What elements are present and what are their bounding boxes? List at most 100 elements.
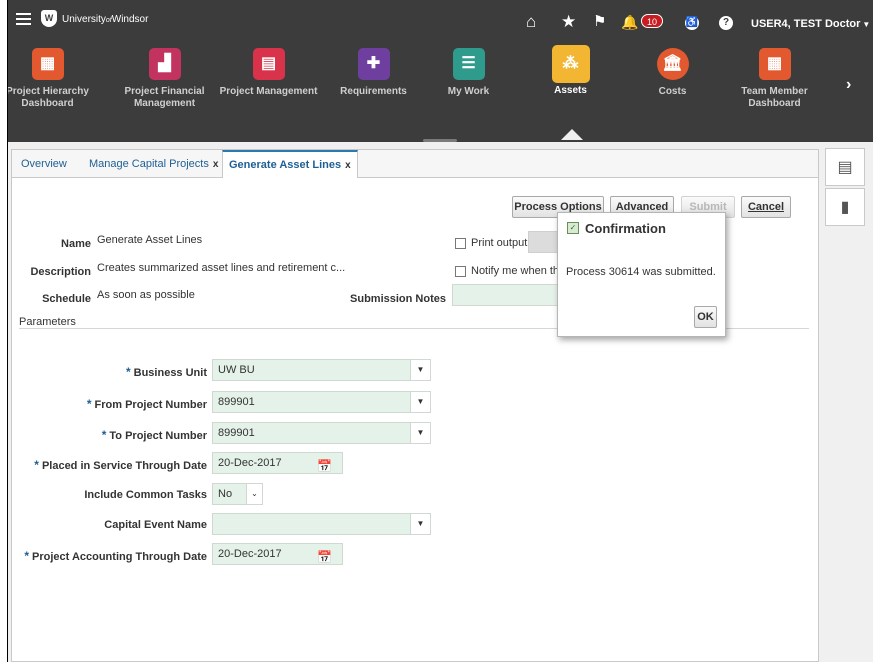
tile-team-member-dashboard[interactable]: ▦ Team Member Dashboard (722, 48, 827, 110)
financial-chart-icon: ▟ (148, 48, 181, 80)
tile-project-hierarchy-dashboard[interactable]: ▦ Project Hierarchy Dashboard (7, 48, 100, 110)
print-output-label: Print output (471, 237, 528, 249)
favorites-star-icon[interactable]: ★ (561, 12, 576, 32)
accessibility-icon[interactable]: ♿ (685, 16, 699, 30)
tab-bar: Overview Manage Capital Projects x Genera… (12, 150, 818, 178)
checklist-icon: ☰ (452, 48, 485, 80)
tile-label: Project Financial Management (124, 86, 205, 109)
tile-requirements[interactable]: ✚ Requirements (321, 48, 426, 98)
dashboard-icon: ▦ (31, 48, 64, 80)
close-icon[interactable]: x (213, 159, 219, 170)
side-panel-buttons: ▤ ▮ (825, 148, 867, 228)
include-common-tasks-label: Include Common Tasks (84, 489, 207, 501)
required-mark: * (86, 397, 92, 411)
cancel-button[interactable]: Cancel (741, 196, 791, 218)
tab-manage-capital-projects[interactable]: Manage Capital Projects x (89, 158, 218, 170)
university-logo-text: UniversityofWindsor (62, 14, 148, 25)
business-unit-value: UW BU (218, 364, 255, 376)
from-project-number-label-text: From Project Number (94, 399, 207, 411)
tab-overview[interactable]: Overview (21, 158, 67, 170)
close-icon[interactable]: x (345, 160, 351, 171)
confirmation-dialog: ✓ Confirmation Process 30614 was submitt… (557, 212, 726, 337)
accounting-through-date-label: * Project Accounting Through Date (12, 549, 207, 563)
parameters-heading: Parameters (19, 316, 76, 328)
tile-label: Project Hierarchy Dashboard (7, 86, 89, 109)
schedule-value: As soon as possible (97, 289, 195, 301)
tile-project-management[interactable]: ▤ Project Management (216, 48, 321, 98)
submission-notes-input[interactable] (452, 284, 562, 306)
tile-label: Project Management (219, 86, 318, 97)
business-unit-label: * Business Unit (32, 365, 207, 379)
dropdown-arrow-icon[interactable]: ▼ (410, 423, 430, 443)
dropdown-arrow-icon[interactable]: ▼ (410, 392, 430, 412)
print-output-options-field[interactable] (528, 231, 558, 253)
menu-icon[interactable] (16, 13, 31, 26)
include-common-tasks-value: No (218, 488, 233, 500)
assets-circles-icon: ⁂ (551, 45, 590, 83)
global-header: W UniversityofWindsor ⌂ ★ ⚑ 🔔 10 ♿ ? USE… (8, 0, 873, 148)
required-mark: * (125, 365, 131, 379)
calendar-icon[interactable]: 📅 (317, 547, 332, 567)
dialog-message: Process 30614 was submitted. (566, 266, 716, 278)
accounting-through-date-input[interactable]: 20-Dec-2017 📅 (212, 543, 343, 565)
bank-icon: 🏛 (656, 48, 689, 80)
submission-notes-label: Submission Notes (350, 293, 446, 305)
notifications-badge[interactable]: 10 (641, 14, 663, 28)
business-unit-select[interactable]: UW BU ▼ (212, 359, 431, 381)
required-mark: * (24, 549, 29, 563)
project-board-icon: ▤ (252, 48, 285, 80)
tile-costs[interactable]: 🏛 Costs (620, 48, 725, 98)
include-common-tasks-select[interactable]: No ⌄ (212, 483, 263, 505)
notify-me-checkbox[interactable] (455, 266, 466, 277)
content-area: Overview Manage Capital Projects x Genera… (8, 142, 873, 662)
application-window: W UniversityofWindsor ⌂ ★ ⚑ 🔔 10 ♿ ? USE… (7, 0, 873, 662)
business-unit-label-text: Business Unit (133, 367, 207, 379)
to-project-number-label-text: To Project Number (109, 430, 207, 442)
capital-event-name-label: Capital Event Name (104, 519, 207, 531)
required-mark: * (101, 428, 107, 442)
help-icon[interactable]: ? (719, 16, 733, 30)
tab-label: Manage Capital Projects (89, 158, 209, 170)
user-menu[interactable]: USER4, TEST Doctor ▼ (751, 18, 870, 30)
tile-label: Assets (554, 85, 587, 96)
chevron-down-icon: ▼ (862, 20, 871, 29)
chevron-right-icon[interactable]: › (846, 76, 851, 94)
puzzle-icon: ✚ (357, 48, 390, 80)
name-label: Name (61, 238, 91, 250)
name-value: Generate Asset Lines (97, 234, 203, 246)
to-project-number-select[interactable]: 899901 ▼ (212, 422, 431, 444)
dropdown-arrow-icon[interactable]: ▼ (410, 360, 430, 380)
from-project-number-value: 899901 (218, 396, 255, 408)
placed-in-service-date-input[interactable]: 20-Dec-2017 📅 (212, 452, 343, 474)
tasks-document-icon[interactable]: ▤ (825, 148, 865, 186)
accounting-through-date-value: 20-Dec-2017 (218, 548, 282, 560)
calendar-icon[interactable]: 📅 (317, 456, 332, 476)
active-tile-pointer (561, 129, 583, 140)
tile-project-financial-management[interactable]: ▟ Project Financial Management (112, 48, 217, 110)
ok-button[interactable]: OK (694, 306, 717, 328)
home-icon[interactable]: ⌂ (526, 12, 536, 32)
university-logo-icon: W (41, 10, 57, 27)
print-output-checkbox[interactable] (455, 238, 466, 249)
capital-event-name-select[interactable]: ▼ (212, 513, 431, 535)
tile-my-work[interactable]: ☰ My Work (416, 48, 521, 98)
tab-generate-asset-lines[interactable]: Generate Asset Lines x (222, 150, 358, 178)
from-project-number-select[interactable]: 899901 ▼ (212, 391, 431, 413)
required-mark: * (34, 458, 39, 472)
dashboard-icon: ▦ (758, 48, 791, 80)
logo-place: Windsor (111, 14, 149, 25)
tab-label: Generate Asset Lines (229, 159, 342, 171)
to-project-number-value: 899901 (218, 427, 255, 439)
dropdown-arrow-icon[interactable]: ▼ (410, 514, 430, 534)
tile-label: Requirements (340, 86, 407, 97)
user-name: USER4, TEST Doctor (751, 18, 861, 30)
tile-assets[interactable]: ⁂ Assets (518, 45, 623, 97)
analytics-chart-icon[interactable]: ▮ (825, 188, 865, 226)
notify-me-label: Notify me when this (471, 265, 567, 277)
notifications-bell-icon[interactable]: 🔔 (621, 12, 638, 32)
chevron-down-icon[interactable]: ⌄ (246, 484, 262, 504)
tab-label: Overview (21, 158, 67, 170)
placed-in-service-label: * Placed in Service Through Date (17, 458, 207, 472)
watchlist-flag-icon[interactable]: ⚑ (593, 12, 606, 32)
placed-in-service-label-text: Placed in Service Through Date (41, 460, 207, 472)
